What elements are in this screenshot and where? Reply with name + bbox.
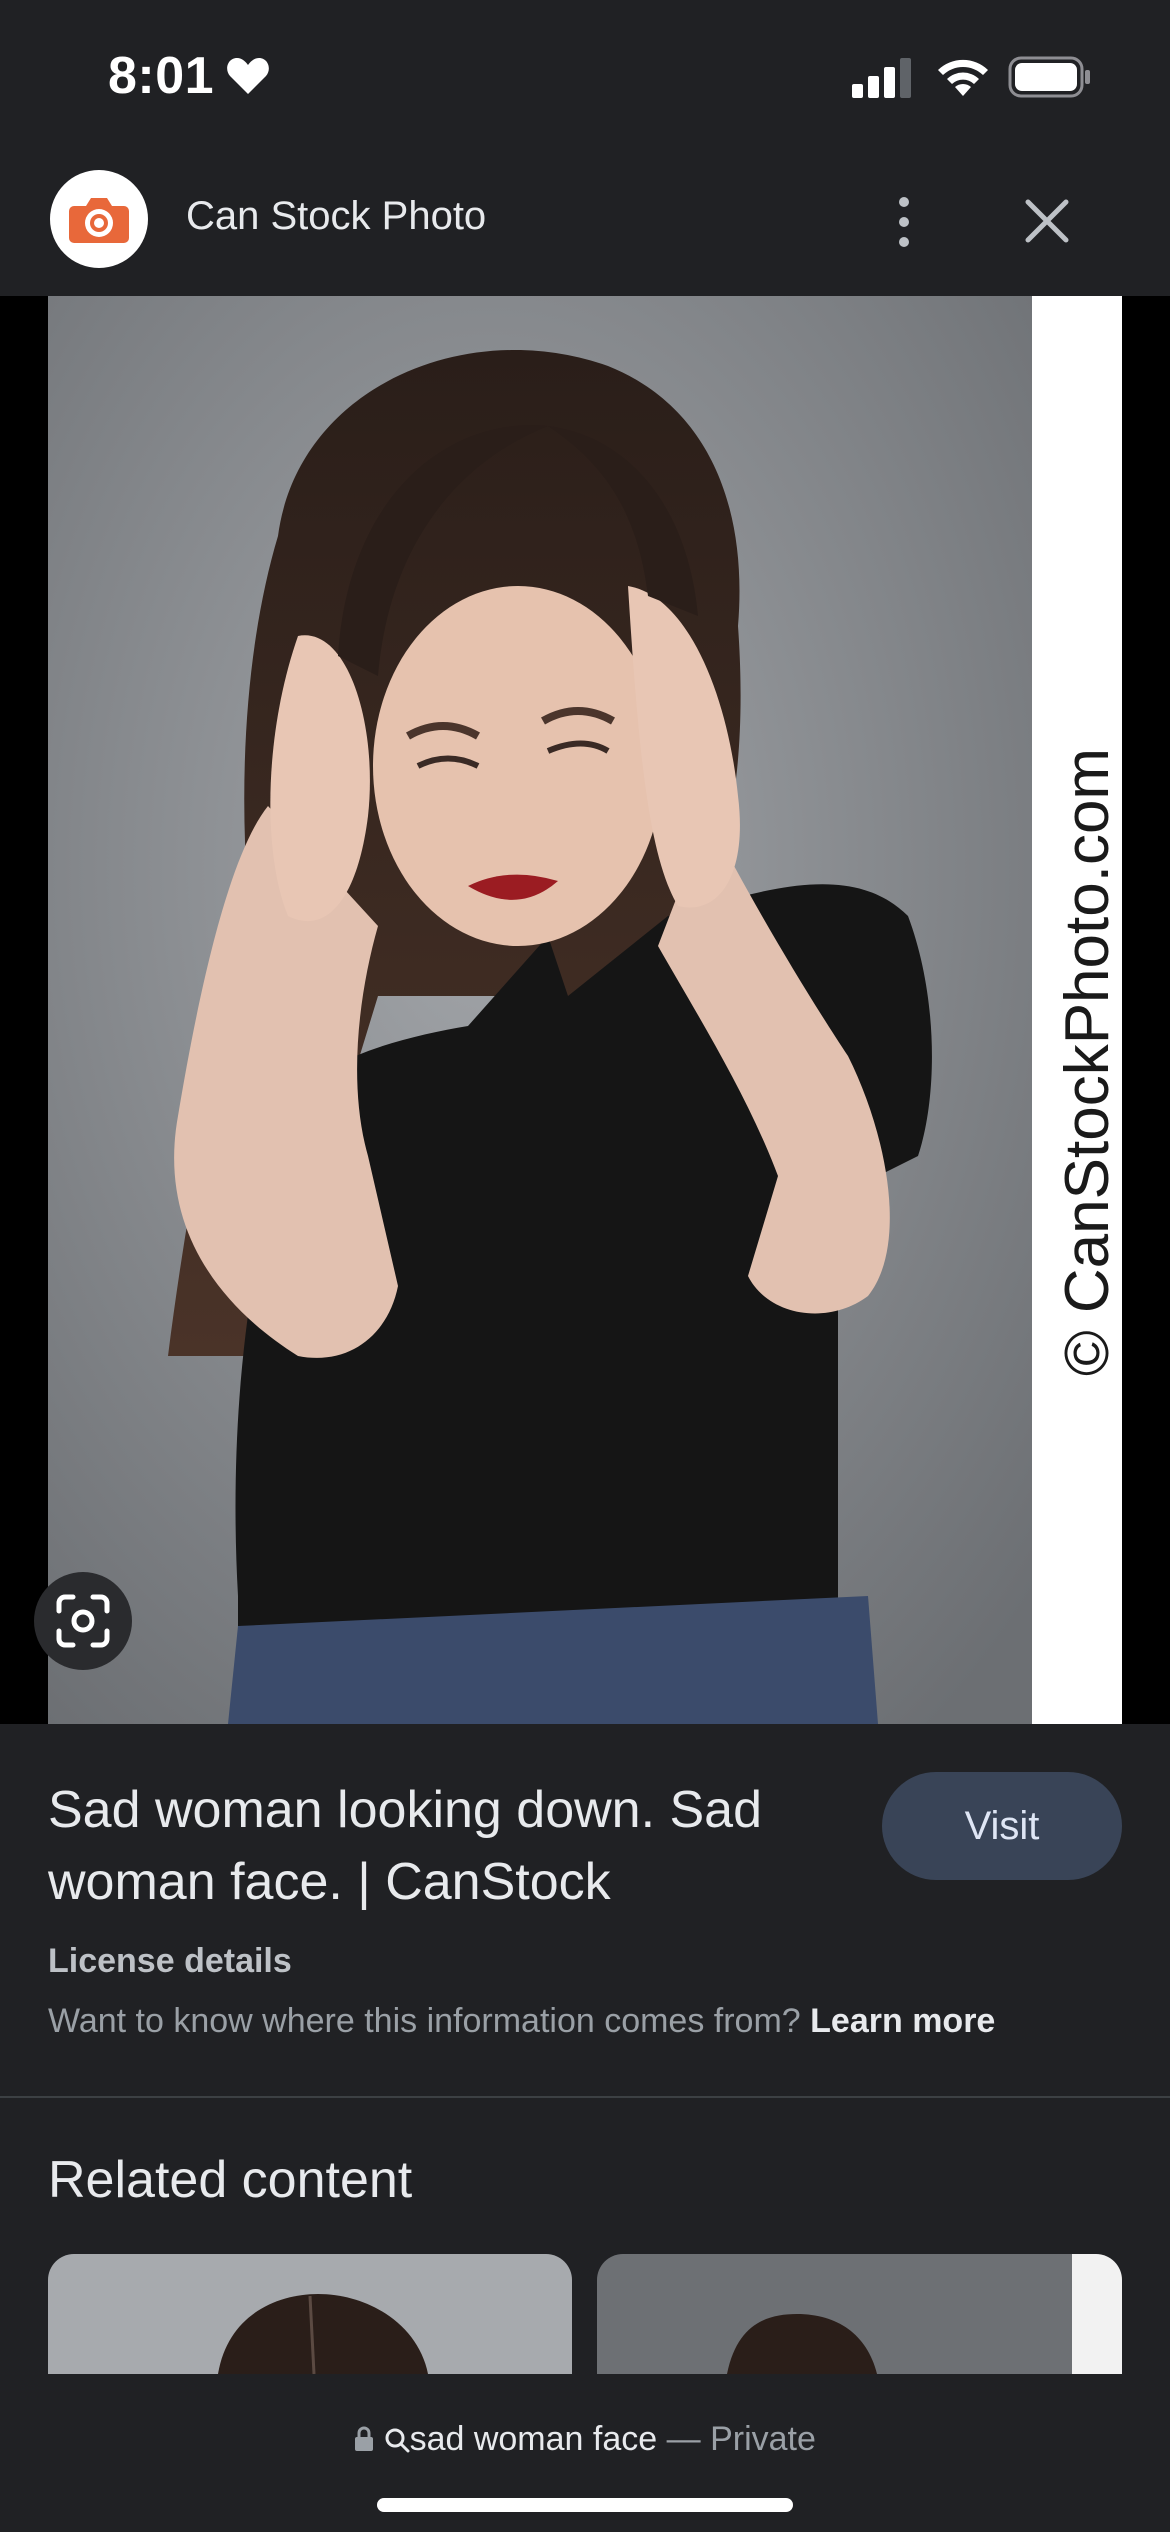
lock-icon	[355, 2426, 374, 2451]
source-header: Can Stock Photo	[0, 150, 1170, 296]
address-bar[interactable]: sad woman face — Private	[0, 2374, 1170, 2532]
visit-button[interactable]: Visit	[882, 1772, 1122, 1880]
image-viewer[interactable]: © CanStockPhoto.com	[0, 296, 1170, 1724]
home-indicator[interactable]	[377, 2498, 793, 2512]
search-query: sad woman face	[409, 2420, 658, 2458]
more-vertical-icon	[899, 197, 909, 207]
photo-illustration: © CanStockPhoto.com	[48, 296, 1122, 1724]
result-title[interactable]: Sad woman looking down. Sad woman face. …	[48, 1774, 848, 1918]
url-display[interactable]: sad woman face — Private	[0, 2420, 1170, 2459]
search-icon	[385, 2428, 410, 2453]
camera-icon	[69, 198, 129, 243]
learn-more-link[interactable]: Learn more	[810, 2002, 995, 2040]
google-lens-icon	[56, 1594, 110, 1648]
site-name[interactable]: Can Stock Photo	[186, 194, 486, 239]
close-icon[interactable]	[1016, 190, 1078, 252]
separator: —	[657, 2420, 711, 2458]
privacy-label: Private	[710, 2420, 816, 2458]
wifi-icon	[938, 59, 988, 96]
license-details-link[interactable]: License details	[48, 1942, 292, 1981]
photo-watermark: © CanStockPhoto.com	[1053, 748, 1122, 1376]
related-content-heading: Related content	[48, 2151, 413, 2209]
result-info: Sad woman looking down. Sad woman face. …	[0, 1724, 1170, 2096]
related-thumbnail[interactable]	[597, 2254, 1122, 2374]
battery-icon	[1008, 56, 1090, 98]
heart-icon	[227, 58, 269, 94]
license-note: Want to know where this information come…	[48, 2002, 995, 2041]
related-thumbnail[interactable]	[48, 2254, 572, 2374]
status-time: 8:01	[108, 47, 215, 105]
google-lens-button[interactable]	[34, 1572, 132, 1670]
result-photo[interactable]: © CanStockPhoto.com	[48, 296, 1122, 1724]
site-logo[interactable]	[50, 170, 148, 268]
section-divider	[0, 2096, 1170, 2098]
cellular-signal-icon	[852, 58, 911, 98]
status-bar: 8:01	[0, 0, 1170, 150]
license-note-text: Want to know where this information come…	[48, 2002, 801, 2040]
more-options-button[interactable]	[880, 184, 928, 260]
